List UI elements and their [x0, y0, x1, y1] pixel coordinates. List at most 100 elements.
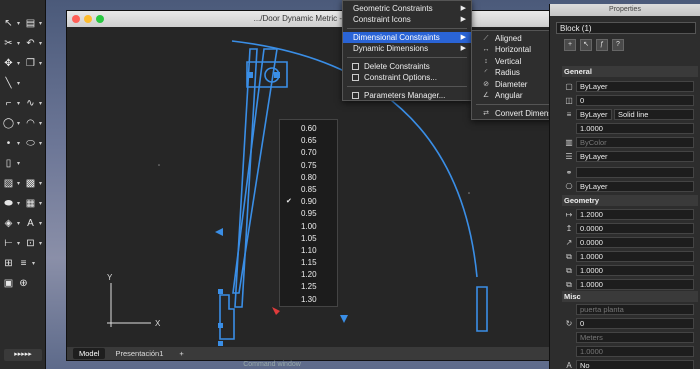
block-icon[interactable]: ⊡: [24, 237, 37, 250]
chevron-down-icon[interactable]: ▾: [32, 260, 37, 267]
scale-option[interactable]: 1.00: [280, 221, 337, 233]
scale-option[interactable]: 1.20: [280, 269, 337, 281]
color-value[interactable]: ByLayer: [576, 81, 694, 92]
layer-value[interactable]: 0: [576, 95, 694, 106]
menu-item-geometric-constraints[interactable]: Geometric Constraints ▶: [343, 3, 471, 14]
geometry-value[interactable]: 0.0000: [576, 237, 694, 248]
plotcolor-value[interactable]: ByColor: [576, 137, 694, 148]
chevron-down-icon[interactable]: ▾: [17, 160, 22, 167]
pickadd-icon[interactable]: +: [564, 39, 576, 51]
chevron-down-icon[interactable]: ▾: [39, 40, 44, 47]
chevron-down-icon[interactable]: ▾: [17, 120, 22, 127]
chevron-down-icon[interactable]: ▾: [17, 200, 22, 207]
chevron-down-icon[interactable]: ▾: [17, 60, 22, 67]
measure-icon[interactable]: ⊕: [17, 277, 30, 290]
trim-icon[interactable]: ✂: [2, 37, 15, 50]
scale-option[interactable]: 1.25: [280, 281, 337, 293]
rectangle-icon[interactable]: ▯: [2, 157, 15, 170]
undo-icon[interactable]: ↶: [24, 37, 37, 50]
chevron-down-icon[interactable]: ▾: [39, 140, 44, 147]
scale-option[interactable]: 1.30: [280, 294, 337, 306]
region-icon[interactable]: ⬬: [2, 197, 15, 210]
gradient-icon[interactable]: ▩: [24, 177, 37, 190]
chevron-down-icon[interactable]: ▾: [39, 240, 44, 247]
scale-option[interactable]: 1.15: [280, 257, 337, 269]
chevron-down-icon[interactable]: ▾: [17, 100, 22, 107]
section-geometry[interactable]: Geometry: [562, 195, 698, 206]
scale-value[interactable]: 1.0000: [576, 123, 694, 134]
scale-option[interactable]: 0.95: [280, 208, 337, 220]
point-icon[interactable]: •: [2, 137, 15, 150]
menu-item-dimensional-constraints[interactable]: Dimensional Constraints ▶: [343, 32, 471, 43]
tab-presentacion1[interactable]: Presentación1: [109, 348, 169, 359]
chevron-down-icon[interactable]: ▾: [17, 20, 22, 27]
chevron-down-icon[interactable]: ▾: [39, 60, 44, 67]
chevron-down-icon[interactable]: ▾: [39, 220, 44, 227]
insert-icon[interactable]: ⊞: [2, 257, 15, 270]
chevron-down-icon[interactable]: ▾: [39, 180, 44, 187]
layers-icon[interactable]: ▤: [24, 17, 37, 30]
image-icon[interactable]: ▣: [2, 277, 15, 290]
select-objects-icon[interactable]: ↖: [580, 39, 592, 51]
chevron-down-icon[interactable]: ▾: [39, 120, 44, 127]
section-misc[interactable]: Misc: [562, 291, 698, 302]
material-value[interactable]: ByLayer: [576, 181, 694, 192]
scale-option[interactable]: 0.70: [280, 147, 337, 159]
scale-option[interactable]: 0.85: [280, 184, 337, 196]
copy-icon[interactable]: ❐: [24, 57, 37, 70]
line-icon[interactable]: ╲: [2, 77, 15, 90]
line-value[interactable]: ByLayer: [576, 151, 694, 162]
chevron-down-icon[interactable]: ▾: [39, 200, 44, 207]
chevron-down-icon[interactable]: ▾: [17, 180, 22, 187]
eraser-icon[interactable]: ◈: [2, 217, 15, 230]
geometry-value[interactable]: 1.2000: [576, 209, 694, 220]
selection-dropdown[interactable]: Block (1): [556, 22, 696, 34]
spline-icon[interactable]: ∿: [24, 97, 37, 110]
chevron-down-icon[interactable]: ▾: [39, 100, 44, 107]
scale-option[interactable]: 0.60: [280, 123, 337, 135]
units-value[interactable]: Meters: [576, 332, 694, 343]
table-icon[interactable]: ▦: [24, 197, 37, 210]
tab-model[interactable]: Model: [73, 348, 106, 359]
add-layout-button[interactable]: +: [173, 348, 189, 359]
scale-option[interactable]: 0.65: [280, 135, 337, 147]
scale-option[interactable]: 0.75: [280, 160, 337, 172]
chevron-down-icon[interactable]: ▾: [17, 240, 22, 247]
menu-item-constraint-icons[interactable]: Constraint Icons ▶: [343, 14, 471, 25]
menu-item-dynamic-dimensions[interactable]: Dynamic Dimensions ▶: [343, 43, 471, 54]
chevron-down-icon[interactable]: ▾: [39, 20, 44, 27]
dimension-icon[interactable]: ⊢: [2, 237, 15, 250]
circle-icon[interactable]: ◯: [2, 117, 15, 130]
scale-option[interactable]: 1.05: [280, 233, 337, 245]
section-general[interactable]: General: [562, 66, 698, 77]
scale-option[interactable]: 0.80: [280, 172, 337, 184]
rotation-value[interactable]: 0: [576, 318, 694, 329]
chevron-down-icon[interactable]: ▾: [17, 140, 22, 147]
chevron-down-icon[interactable]: ▾: [17, 40, 22, 47]
menu-item-parameters-manager[interactable]: Parameters Manager...: [343, 90, 471, 101]
annotative-value[interactable]: No: [576, 360, 694, 369]
quick-select-icon[interactable]: ƒ: [596, 39, 608, 51]
toolbar-expand-button[interactable]: ▸▸▸▸▸: [4, 349, 42, 361]
geometry-value[interactable]: 1.0000: [576, 265, 694, 276]
scale-option-selected[interactable]: ✔ 0.90: [280, 196, 337, 208]
unit-factor-value[interactable]: 1.0000: [576, 346, 694, 357]
pointer-icon[interactable]: ↖: [2, 17, 15, 30]
hyperlink-value[interactable]: [576, 167, 694, 178]
move-icon[interactable]: ✥: [2, 57, 15, 70]
chevron-down-icon[interactable]: ▾: [17, 80, 22, 87]
geometry-value[interactable]: 1.0000: [576, 279, 694, 290]
menu-item-constraint-options[interactable]: Constraint Options...: [343, 72, 471, 83]
scale-option[interactable]: 1.10: [280, 245, 337, 257]
menu-item-delete-constraints[interactable]: Delete Constraints: [343, 61, 471, 72]
linestyle-value[interactable]: Solid line: [614, 109, 694, 120]
name-value[interactable]: puerta planta: [576, 304, 694, 315]
linetype-value[interactable]: ByLayer: [576, 109, 612, 120]
hatch-icon[interactable]: ▨: [2, 177, 15, 190]
geometry-value[interactable]: 0.0000: [576, 223, 694, 234]
arc-icon[interactable]: ◠: [24, 117, 37, 130]
toggle-icon[interactable]: ?: [612, 39, 624, 51]
text-icon[interactable]: A: [24, 217, 37, 230]
geometry-value[interactable]: 1.0000: [576, 251, 694, 262]
polyline-icon[interactable]: ⌐: [2, 97, 15, 110]
